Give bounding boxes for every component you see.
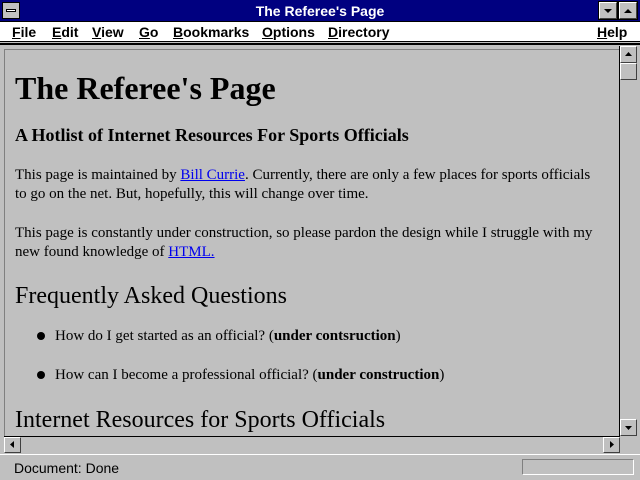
menu-help[interactable]: Help <box>597 24 627 40</box>
horizontal-scrollbar[interactable] <box>4 436 620 453</box>
menu-view[interactable]: View <box>92 24 124 40</box>
bullet-icon <box>37 371 45 379</box>
scroll-up-button[interactable] <box>620 46 637 63</box>
scroll-left-button[interactable] <box>4 437 21 453</box>
vertical-scroll-track[interactable] <box>620 63 637 419</box>
menu-options[interactable]: Options <box>262 24 315 40</box>
progress-indicator <box>522 459 634 475</box>
minimize-icon <box>604 9 612 13</box>
maximize-icon <box>624 9 632 13</box>
document-frame: The Referee's Page A Hotlist of Internet… <box>0 43 640 453</box>
window-title: The Referee's Page <box>255 3 385 19</box>
status-text: Document: Done <box>14 460 120 476</box>
faq-item: How can I become a professional official… <box>55 367 445 383</box>
page-subtitle: A Hotlist of Internet Resources For Spor… <box>15 125 409 145</box>
html-link[interactable]: HTML. <box>168 244 214 260</box>
maximize-button[interactable] <box>618 1 638 20</box>
construction-paragraph: This page is constantly under constructi… <box>15 225 593 260</box>
page-title: The Referee's Page <box>15 70 276 106</box>
intro-paragraph: This page is maintained by Bill Currie. … <box>15 167 591 202</box>
menu-go[interactable]: Go <box>139 24 158 40</box>
resources-heading: Internet Resources for Sports Officials <box>15 407 386 433</box>
arrow-right-icon <box>610 441 614 448</box>
status-bar: Document: Done <box>0 454 640 480</box>
minimize-button[interactable] <box>598 1 618 20</box>
vertical-scrollbar[interactable] <box>619 46 637 436</box>
arrow-up-icon <box>625 52 632 56</box>
title-bar: The Referee's Page <box>0 0 640 22</box>
bill-currie-link[interactable]: Bill Currie <box>180 167 245 183</box>
menu-bar: File Edit View Go Bookmarks Options Dire… <box>0 22 640 42</box>
menu-directory[interactable]: Directory <box>328 24 389 40</box>
scroll-right-button[interactable] <box>603 437 620 453</box>
document-content: The Referee's Page A Hotlist of Internet… <box>4 49 619 438</box>
bullet-icon <box>37 332 45 340</box>
faq-heading: Frequently Asked Questions <box>15 283 287 309</box>
arrow-down-icon <box>625 426 632 430</box>
horizontal-scroll-track[interactable] <box>21 437 603 453</box>
vertical-scroll-thumb[interactable] <box>620 63 637 80</box>
scroll-down-button[interactable] <box>620 419 637 436</box>
menu-edit[interactable]: Edit <box>52 24 78 40</box>
arrow-left-icon <box>10 441 14 448</box>
menu-file[interactable]: File <box>12 24 36 40</box>
faq-item: How do I get started as an official? (un… <box>55 328 401 344</box>
menu-bookmarks[interactable]: Bookmarks <box>173 24 249 40</box>
